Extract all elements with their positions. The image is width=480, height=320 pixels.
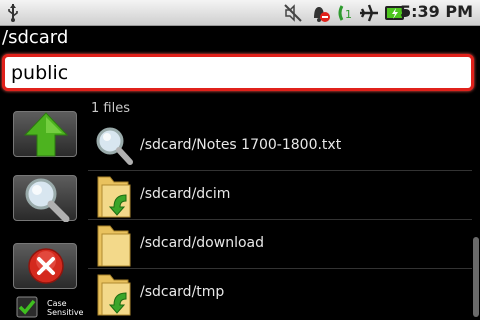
clock: 5:39 PM bbox=[399, 2, 473, 21]
red-x-icon bbox=[28, 248, 64, 284]
case-sensitive-checkbox[interactable] bbox=[16, 296, 38, 318]
list-item-label: /sdcard/dcim bbox=[140, 186, 231, 202]
list-item-label: /sdcard/tmp bbox=[140, 284, 225, 300]
case-label-line-1: Case bbox=[47, 299, 67, 308]
list-item[interactable]: /sdcard/download bbox=[88, 220, 472, 269]
alarm-off-icon bbox=[314, 7, 330, 22]
search-input[interactable] bbox=[11, 57, 451, 88]
list-item[interactable]: /sdcard/Notes 1700-1800.txt bbox=[88, 122, 472, 171]
search-button[interactable] bbox=[13, 175, 77, 222]
search-box[interactable] bbox=[2, 54, 474, 91]
folder-shortcut-icon bbox=[97, 274, 131, 316]
folder-icon bbox=[97, 225, 131, 267]
airplane-mode-icon bbox=[360, 4, 378, 22]
call-forward-icon: 1 bbox=[338, 5, 352, 21]
page-title: /sdcard bbox=[2, 27, 69, 48]
case-label-line-2: Sensitive bbox=[47, 308, 84, 317]
list-item-label: /sdcard/Notes 1700-1800.txt bbox=[140, 137, 342, 153]
up-directory-button[interactable] bbox=[13, 111, 77, 157]
list-item[interactable]: /sdcard/tmp bbox=[88, 269, 472, 317]
magnifier-icon bbox=[96, 127, 133, 165]
mute-icon bbox=[284, 4, 302, 22]
list-item-label: /sdcard/download bbox=[140, 235, 264, 251]
case-sensitive-label: Case Sensitive bbox=[47, 299, 83, 317]
clear-button[interactable] bbox=[13, 243, 77, 289]
folder-shortcut-icon bbox=[97, 176, 131, 218]
up-arrow-icon bbox=[23, 112, 69, 157]
list-item[interactable]: /sdcard/dcim bbox=[88, 171, 472, 220]
magnifier-icon bbox=[25, 178, 70, 222]
scrollbar[interactable] bbox=[473, 237, 479, 317]
result-count: 1 files bbox=[91, 101, 130, 116]
status-bar: 1 5:39 PM bbox=[0, 0, 480, 26]
svg-text:1: 1 bbox=[345, 8, 352, 21]
usb-icon bbox=[8, 4, 18, 22]
